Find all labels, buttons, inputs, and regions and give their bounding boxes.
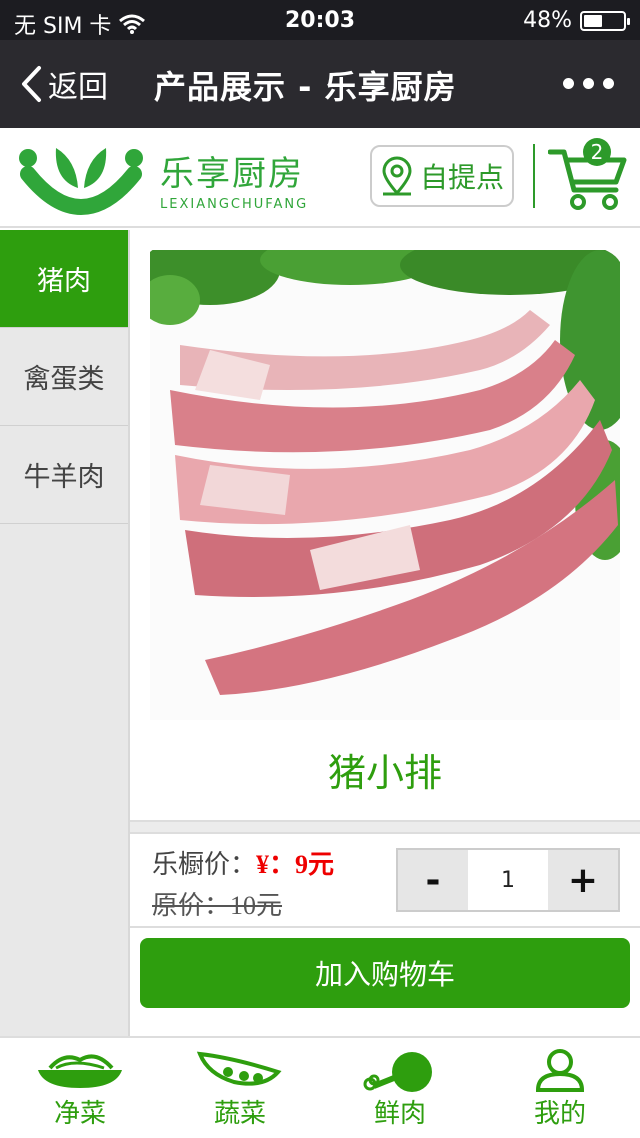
product-detail: 猪小排 乐橱价：¥：9元 原价：10元 - 1 + 加入购物车 [130, 230, 640, 1036]
pickup-point-button[interactable]: 自提点 [370, 145, 514, 207]
tab-label: 我的 [533, 1099, 586, 1129]
battery-icon [580, 10, 630, 31]
tab-label: 鲜肉 [373, 1099, 426, 1129]
increase-quantity-button[interactable]: + [548, 850, 618, 910]
peapod-icon [196, 1051, 282, 1086]
navigation-bar: 返回 产品展示 - 乐享厨房 [0, 40, 640, 128]
drumstick-icon [363, 1052, 432, 1092]
logo-text: 乐享厨房 LEXIANGCHUFANG [160, 146, 308, 212]
quantity-stepper: - 1 + [396, 848, 620, 912]
tab-mine[interactable]: 我的 [480, 1038, 640, 1138]
quantity-field[interactable]: 1 [468, 850, 548, 910]
chevron-left-icon [22, 66, 41, 102]
category-item-poultry-eggs[interactable]: 禽蛋类 [0, 328, 128, 426]
decrease-quantity-button[interactable]: - [398, 850, 468, 910]
product-image[interactable] [150, 250, 620, 720]
member-price-value: ¥：9元 [256, 850, 335, 879]
category-sidebar: 猪肉 禽蛋类 牛羊肉 [0, 230, 130, 1036]
header-divider [533, 144, 535, 208]
add-to-cart-button[interactable]: 加入购物车 [140, 938, 630, 1008]
member-price: 乐橱价：¥：9元 [152, 844, 334, 881]
logo-icon [19, 148, 143, 215]
battery-percent: 48% [523, 8, 572, 33]
section-separator [130, 820, 640, 834]
page-title: 产品展示 - 乐享厨房 [154, 68, 457, 106]
more-menu-button[interactable] [563, 78, 614, 89]
tab-label: 净菜 [53, 1099, 106, 1129]
price-block: 乐橱价：¥：9元 原价：10元 [152, 844, 334, 922]
pickup-label: 自提点 [419, 161, 504, 194]
bottom-tab-bar: 净菜 蔬菜 鲜肉 我的 [0, 1036, 640, 1136]
tab-prepared-veg[interactable]: 净菜 [0, 1038, 160, 1138]
store-header: 乐享厨房 LEXIANGCHUFANG 自提点 2 [0, 128, 640, 228]
location-pin-icon [382, 156, 412, 196]
back-label: 返回 [48, 70, 108, 105]
divider [130, 926, 640, 928]
tab-fresh-meat[interactable]: 鲜肉 [320, 1038, 480, 1138]
category-item-beef-lamb[interactable]: 牛羊肉 [0, 426, 128, 524]
tab-label: 蔬菜 [213, 1099, 266, 1129]
bowl-icon [38, 1054, 122, 1088]
original-price: 原价：10元 [152, 891, 283, 920]
cart-count-badge: 2 [583, 138, 611, 166]
back-button[interactable]: 返回 [20, 62, 108, 106]
tab-vegetables[interactable]: 蔬菜 [160, 1038, 320, 1138]
product-name: 猪小排 [327, 751, 442, 795]
category-item-pork[interactable]: 猪肉 [0, 230, 128, 328]
status-bar: 无 SIM 卡 20:03 48% [0, 0, 640, 40]
member-price-label: 乐橱价： [152, 850, 257, 880]
logo-name-cn: 乐享厨房 [160, 154, 304, 194]
logo-name-en: LEXIANGCHUFANG [160, 197, 309, 212]
user-icon [535, 1049, 585, 1092]
status-right: 48% [523, 8, 630, 33]
